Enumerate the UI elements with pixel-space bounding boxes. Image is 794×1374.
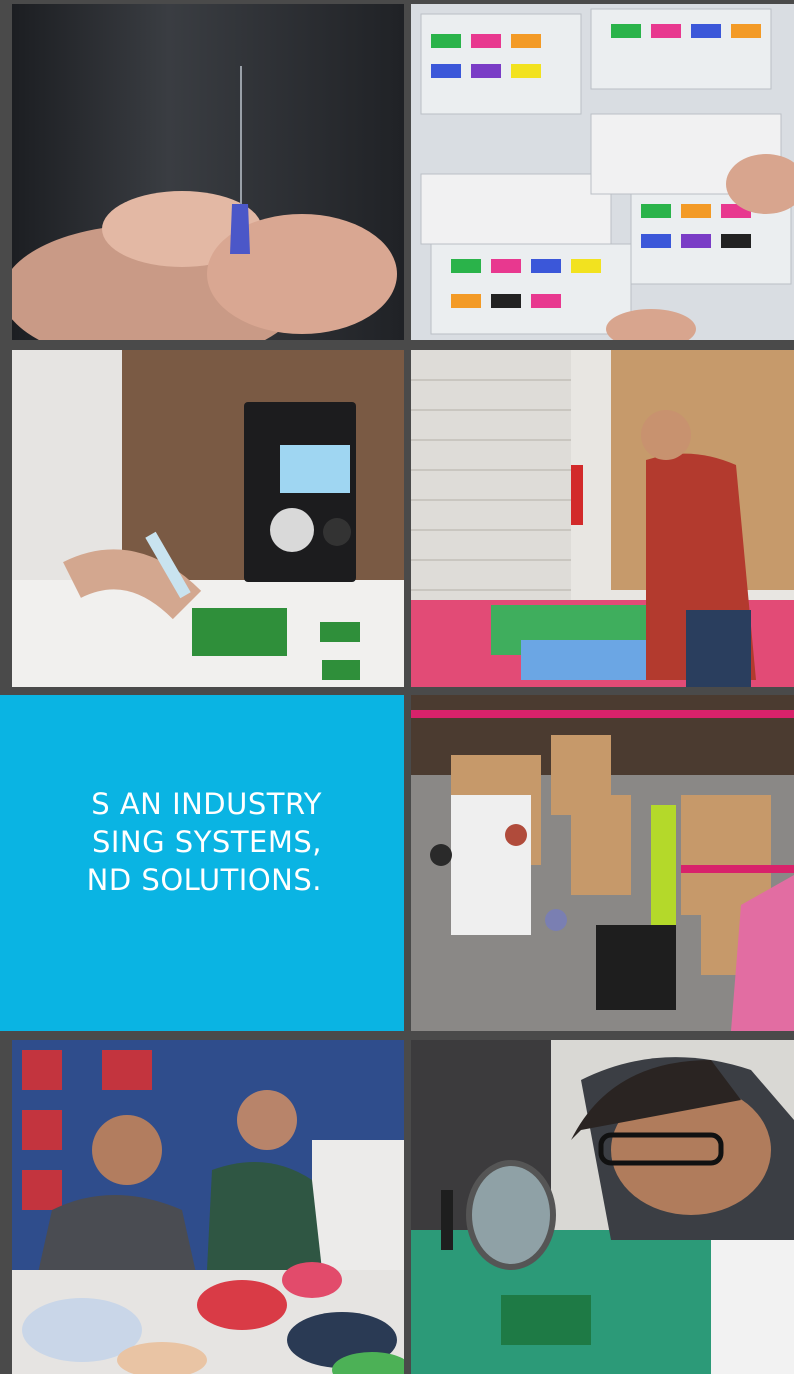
headline-line-2: SING SYSTEMS, bbox=[91, 825, 322, 859]
headline-panel: S AN INDUSTRY SING SYSTEMS, ND SOLUTIONS… bbox=[0, 695, 404, 1031]
headline-line-3: ND SOLUTIONS. bbox=[86, 863, 322, 897]
headline-text: S AN INDUSTRY SING SYSTEMS, ND SOLUTIONS… bbox=[87, 785, 322, 899]
photo-workers-packing bbox=[12, 1040, 404, 1374]
photo-hand-holding-needle bbox=[12, 4, 404, 340]
photo-warehouse-overhead bbox=[411, 695, 794, 1031]
photo-technician-soldering bbox=[411, 1040, 794, 1374]
photo-worker-warehouse bbox=[411, 350, 794, 687]
photo-colored-tip-trays bbox=[411, 4, 794, 340]
headline-line-1: S AN INDUSTRY bbox=[91, 787, 322, 821]
photo-dispenser-on-circuit-board bbox=[12, 350, 404, 687]
